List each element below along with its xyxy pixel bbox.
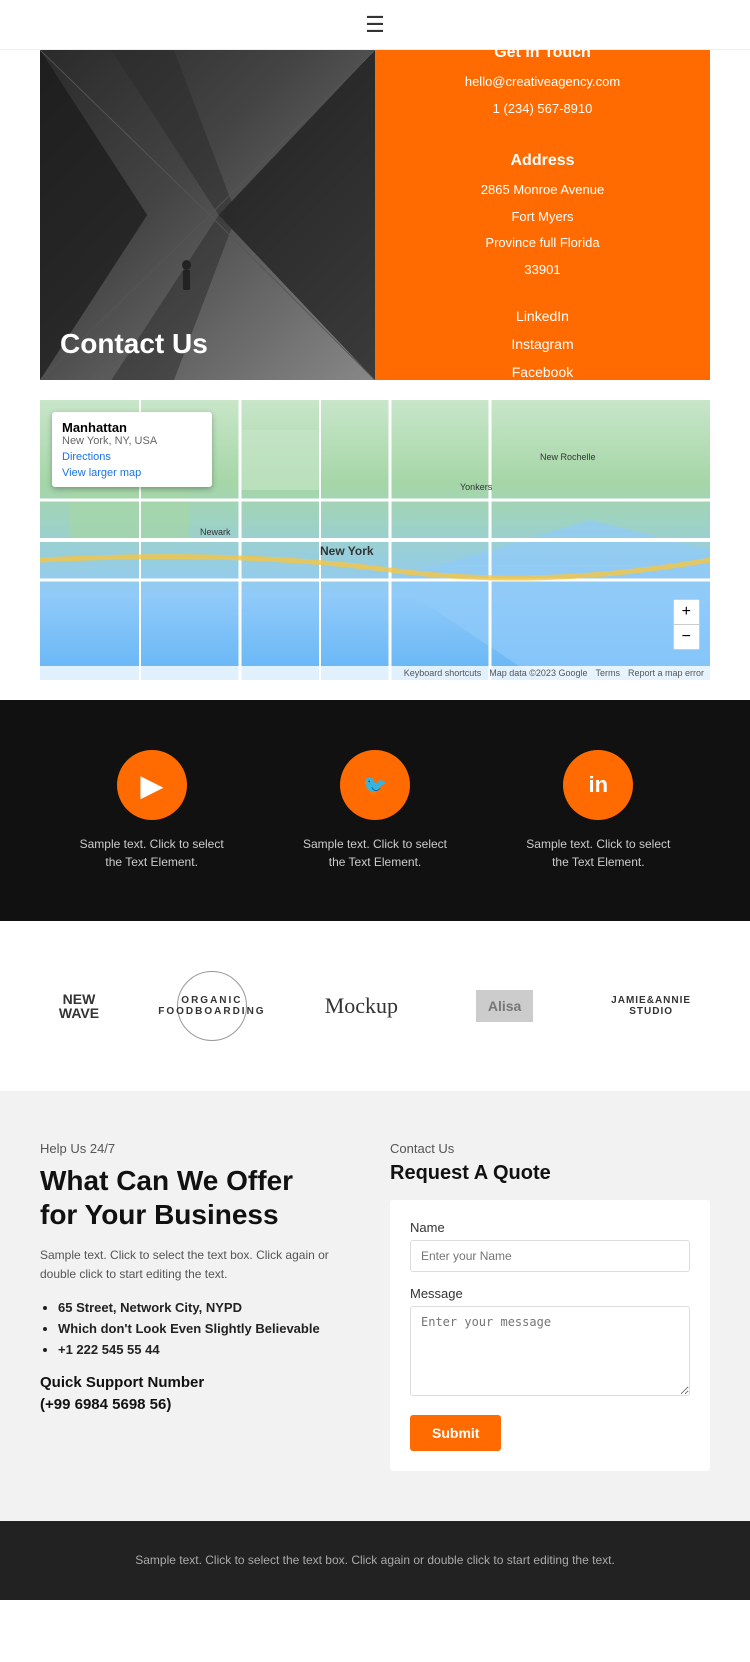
social-item-linkedin: in Sample text. Click to select the Text…	[518, 750, 678, 871]
bottom-section: Help Us 24/7 What Can We Offer for Your …	[0, 1091, 750, 1521]
address-line-3: Province full Florida	[485, 233, 599, 254]
help-label: Help Us 24/7	[40, 1141, 360, 1156]
svg-text:New Rochelle: New Rochelle	[540, 452, 596, 462]
address-line-1: 2865 Monroe Avenue	[481, 180, 604, 201]
footer-text: Sample text. Click to select the text bo…	[40, 1551, 710, 1570]
social-facebook-link[interactable]: Facebook	[511, 358, 573, 386]
social-item-twitter: 🐦 Sample text. Click to select the Text …	[295, 750, 455, 871]
address-line-4: 33901	[524, 260, 560, 281]
twitter-icon-circle[interactable]: 🐦	[340, 750, 410, 820]
offer-list-item-3: +1 222 545 55 44	[58, 1342, 360, 1357]
map-footer: Keyboard shortcuts Map data ©2023 Google…	[40, 666, 710, 680]
name-form-group: Name	[410, 1220, 690, 1272]
message-label: Message	[410, 1286, 690, 1301]
offer-heading-line1: What Can We Offer	[40, 1165, 293, 1196]
social-item-youtube: ▶ Sample text. Click to select the Text …	[72, 750, 232, 871]
map-directions-link[interactable]: Directions	[62, 451, 202, 463]
svg-text:Yonkers: Yonkers	[460, 482, 493, 492]
offer-heading-line2: for Your Business	[40, 1199, 279, 1230]
contact-hero-image: Contact Us	[40, 50, 375, 380]
hamburger-menu-icon[interactable]: ☰	[365, 12, 385, 38]
address-line-2: Fort Myers	[511, 207, 573, 228]
map-location-title: Manhattan	[62, 420, 202, 435]
offer-heading: What Can We Offer for Your Business	[40, 1164, 360, 1231]
map-data-attribution: Map data ©2023 Google	[489, 668, 587, 678]
map-canvas: New York Newark Yonkers New Rochelle Man…	[40, 400, 710, 680]
logo-alisa[interactable]: Alisa	[476, 990, 533, 1022]
support-phone: (+99 6984 5698 56)	[40, 1396, 171, 1413]
name-label: Name	[410, 1220, 690, 1235]
footer: Sample text. Click to select the text bo…	[0, 1521, 750, 1600]
alisa-text: Alisa	[476, 990, 533, 1022]
twitter-icon: 🐦	[363, 773, 388, 798]
contact-info-panel: Get in Touch hello@creativeagency.com 1 …	[375, 50, 710, 380]
offer-list-item-2: Which don't Look Even Slightly Believabl…	[58, 1321, 360, 1336]
offer-list: 65 Street, Network City, NYPD Which don'…	[40, 1300, 360, 1357]
address-heading: Address	[510, 152, 574, 170]
map-section: New York Newark Yonkers New Rochelle Man…	[40, 400, 710, 680]
support-number: Quick Support Number (+99 6984 5698 56)	[40, 1372, 360, 1417]
contact-hero: Contact Us Get in Touch hello@creativeag…	[40, 50, 710, 380]
logo-organic[interactable]: ORGANICFOODBOARDING	[177, 971, 247, 1041]
message-input[interactable]	[410, 1306, 690, 1396]
mockup-text: Mockup	[325, 993, 398, 1019]
map-location-sub: New York, NY, USA	[62, 435, 202, 447]
message-form-group: Message	[410, 1286, 690, 1401]
offer-description: Sample text. Click to select the text bo…	[40, 1246, 360, 1284]
linkedin-icon: in	[589, 772, 609, 798]
contact-phone: 1 (234) 567-8910	[493, 99, 593, 120]
form-title: Request A Quote	[390, 1162, 710, 1185]
form-card: Name Message Submit	[390, 1200, 710, 1471]
logo-newwave[interactable]: NEWWAVE	[59, 992, 99, 1020]
name-input[interactable]	[410, 1240, 690, 1272]
youtube-description: Sample text. Click to select the Text El…	[72, 835, 232, 871]
youtube-icon: ▶	[141, 769, 163, 802]
bottom-content: Help Us 24/7 What Can We Offer for Your …	[0, 1141, 750, 1521]
social-linkedin-link[interactable]: LinkedIn	[511, 302, 573, 330]
linkedin-description: Sample text. Click to select the Text El…	[518, 835, 678, 871]
logo-mockup[interactable]: Mockup	[325, 993, 398, 1019]
form-contact-label: Contact Us	[390, 1141, 710, 1156]
map-zoom-controls[interactable]: + −	[673, 599, 700, 650]
get-in-touch-heading: Get in Touch	[494, 44, 591, 62]
map-terms-link[interactable]: Terms	[595, 668, 620, 678]
offer-column: Help Us 24/7 What Can We Offer for Your …	[40, 1141, 360, 1471]
social-links-group: LinkedIn Instagram Facebook	[511, 302, 573, 386]
map-overlay-card: Manhattan New York, NY, USA Directions V…	[52, 412, 212, 487]
top-bar: ☰	[0, 0, 750, 50]
map-zoom-out-button[interactable]: −	[674, 625, 699, 649]
logo-jamie-annie[interactable]: JAMIE&ANNIESTUDIO	[611, 995, 691, 1017]
map-zoom-in-button[interactable]: +	[674, 600, 699, 625]
social-section: ▶ Sample text. Click to select the Text …	[0, 700, 750, 921]
jamie-annie-text: JAMIE&ANNIESTUDIO	[611, 995, 691, 1017]
youtube-icon-circle[interactable]: ▶	[117, 750, 187, 820]
contact-us-title: Contact Us	[60, 328, 208, 360]
contact-email: hello@creativeagency.com	[465, 72, 620, 93]
newwave-text: NEWWAVE	[59, 992, 99, 1020]
map-report-error-link[interactable]: Report a map error	[628, 668, 704, 678]
map-keyboard-shortcuts: Keyboard shortcuts	[404, 668, 482, 678]
social-instagram-link[interactable]: Instagram	[511, 330, 573, 358]
twitter-description: Sample text. Click to select the Text El…	[295, 835, 455, 871]
logos-section: NEWWAVE ORGANICFOODBOARDING Mockup Alisa…	[0, 921, 750, 1091]
submit-button[interactable]: Submit	[410, 1415, 501, 1451]
svg-text:Newark: Newark	[200, 527, 231, 537]
offer-list-item-1: 65 Street, Network City, NYPD	[58, 1300, 360, 1315]
svg-text:New York: New York	[320, 544, 374, 558]
support-label: Quick Support Number	[40, 1374, 204, 1391]
contact-form-column: Contact Us Request A Quote Name Message …	[390, 1141, 710, 1471]
map-view-larger-link[interactable]: View larger map	[62, 467, 202, 479]
linkedin-icon-circle[interactable]: in	[563, 750, 633, 820]
organic-text: ORGANICFOODBOARDING	[177, 971, 247, 1041]
